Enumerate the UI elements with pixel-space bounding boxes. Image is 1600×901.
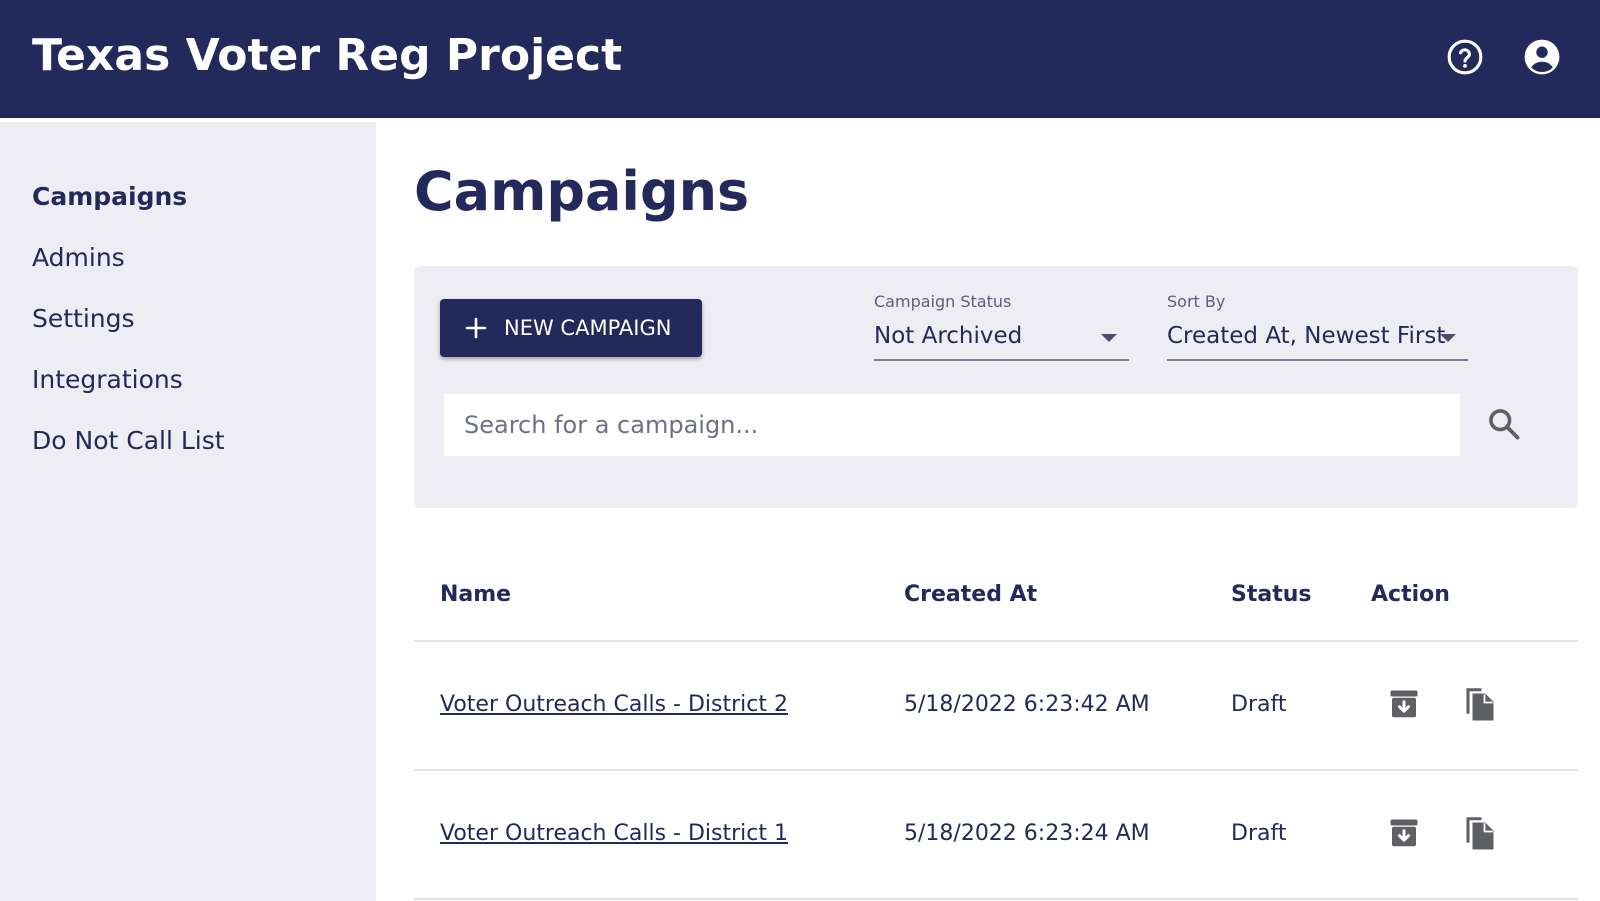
app-title: Texas Voter Reg Project (32, 30, 623, 81)
campaign-created-at: 5/18/2022 6:23:42 AM (904, 692, 1150, 717)
filter-panel: NEW CAMPAIGN Campaign Status Not Archive… (414, 266, 1578, 508)
account-circle-icon[interactable] (1523, 38, 1561, 76)
sidebar-item-integrations[interactable]: Integrations (32, 365, 183, 394)
sidebar: Campaigns Admins Settings Integrations D… (0, 122, 376, 901)
new-campaign-button[interactable]: NEW CAMPAIGN (440, 299, 702, 357)
sort-by-filter: Sort By Created At, Newest First (1167, 292, 1468, 361)
campaign-created-at: 5/18/2022 6:23:24 AM (904, 821, 1150, 846)
sort-by-select[interactable]: Created At, Newest First (1167, 319, 1468, 361)
column-header-created-at[interactable]: Created At (904, 582, 1037, 607)
column-header-name[interactable]: Name (440, 582, 511, 607)
campaign-status-label: Campaign Status (874, 292, 1012, 311)
campaign-name-link[interactable]: Voter Outreach Calls - District 2 (440, 692, 788, 717)
campaign-name-link[interactable]: Voter Outreach Calls - District 1 (440, 821, 788, 846)
sort-by-value: Created At, Newest First (1167, 323, 1446, 349)
sidebar-item-campaigns[interactable]: Campaigns (32, 182, 187, 211)
main-content: Campaigns NEW CAMPAIGN Campaign Status N… (376, 118, 1600, 901)
chevron-down-icon (1101, 333, 1117, 343)
sidebar-item-settings[interactable]: Settings (32, 304, 135, 333)
help-icon[interactable] (1446, 38, 1484, 76)
campaign-status: Draft (1231, 821, 1287, 846)
campaign-status: Draft (1231, 692, 1287, 717)
plus-icon (464, 316, 488, 340)
table-header: Name Created At Status Action (414, 536, 1578, 642)
campaign-status-value: Not Archived (874, 323, 1023, 349)
sort-by-label: Sort By (1167, 292, 1226, 311)
column-header-action: Action (1371, 582, 1450, 607)
chevron-down-icon (1440, 333, 1456, 343)
column-header-status[interactable]: Status (1231, 582, 1311, 607)
sidebar-item-admins[interactable]: Admins (32, 243, 125, 272)
archive-icon[interactable] (1386, 686, 1422, 722)
campaign-status-select[interactable]: Not Archived (874, 319, 1129, 361)
copy-icon[interactable] (1462, 686, 1498, 722)
campaign-status-filter: Campaign Status Not Archived (874, 292, 1129, 361)
campaigns-table: Name Created At Status Action Voter Outr… (414, 536, 1578, 900)
copy-icon[interactable] (1462, 815, 1498, 851)
archive-icon[interactable] (1386, 815, 1422, 851)
app-header: Texas Voter Reg Project (0, 0, 1600, 118)
table-row: Voter Outreach Calls - District 2 5/18/2… (414, 642, 1578, 771)
search-input[interactable] (444, 394, 1460, 456)
page-title: Campaigns (414, 160, 750, 223)
new-campaign-label: NEW CAMPAIGN (504, 316, 672, 340)
sidebar-item-do-not-call-list[interactable]: Do Not Call List (32, 426, 225, 455)
search-icon[interactable] (1486, 406, 1522, 442)
table-row: Voter Outreach Calls - District 1 5/18/2… (414, 771, 1578, 900)
